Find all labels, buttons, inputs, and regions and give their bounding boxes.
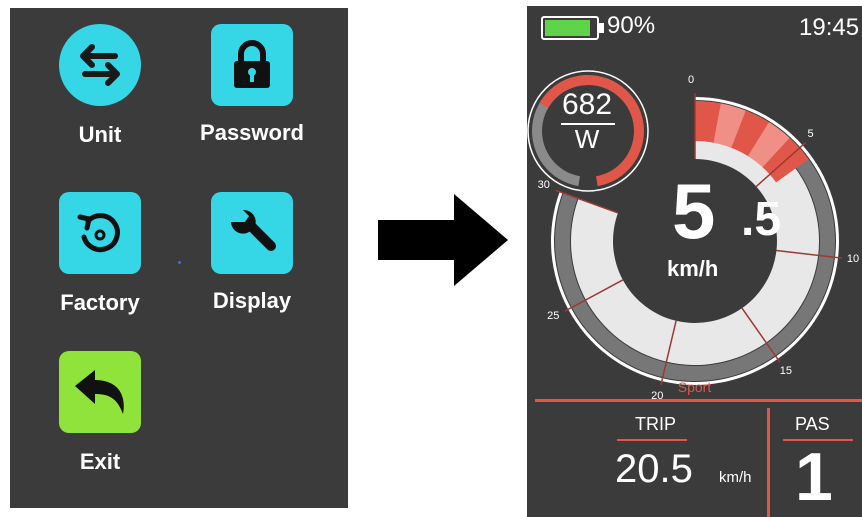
menu-label-factory: Factory — [60, 290, 140, 315]
power-value: 682 — [561, 88, 613, 121]
back-arrow-icon — [59, 351, 141, 433]
mode-separator — [535, 399, 862, 402]
menu-label-exit: Exit — [79, 449, 121, 474]
menu-label-unit: Unit — [78, 122, 122, 147]
trip-underline — [617, 439, 687, 441]
trip-unit: km/h — [719, 469, 752, 486]
speed-tick-label-5: 25 — [547, 309, 560, 322]
settings-menu-screen: Unit Password Factory Display Exit — [10, 8, 348, 508]
speed-integer: 5 — [672, 167, 716, 255]
factory-reset-icon — [59, 192, 141, 274]
dashboard-screen: 90% 19:45 682 W 5 .5 km/h 0 5 10 15 20 25 30 S… — [527, 6, 862, 517]
menu-label-display: Display — [212, 288, 292, 313]
status-dot — [178, 261, 181, 264]
menu-item-display[interactable]: Display — [187, 192, 317, 332]
menu-item-factory[interactable]: Factory — [35, 192, 165, 332]
menu-item-unit[interactable]: Unit — [35, 24, 165, 164]
power-unit: W — [574, 124, 600, 154]
swap-arrows-icon — [59, 24, 141, 106]
trip-title: TRIP — [635, 414, 677, 434]
right-arrow-icon — [378, 194, 508, 286]
speed-tick-label-1: 5 — [807, 127, 814, 140]
menu-item-exit[interactable]: Exit — [35, 351, 165, 491]
trip-value: 20.5 — [615, 447, 693, 491]
speed-tick-label-2: 10 — [846, 252, 860, 265]
lock-icon — [211, 24, 293, 106]
speed-unit: km/h — [667, 256, 719, 281]
pas-level: 1 — [795, 439, 833, 515]
panel-divider — [767, 408, 770, 517]
speed-tick-label-6: 30 — [537, 179, 550, 192]
speed-tick-label-3: 15 — [779, 365, 793, 378]
menu-item-password[interactable]: Password — [187, 24, 317, 164]
speed-tick-label-0: 0 — [688, 74, 695, 86]
wrench-icon — [211, 192, 293, 274]
ride-mode: Sport — [677, 379, 712, 395]
menu-label-password: Password — [200, 120, 304, 145]
speed-decimal: .5 — [741, 193, 782, 246]
pas-title: PAS — [795, 414, 830, 434]
